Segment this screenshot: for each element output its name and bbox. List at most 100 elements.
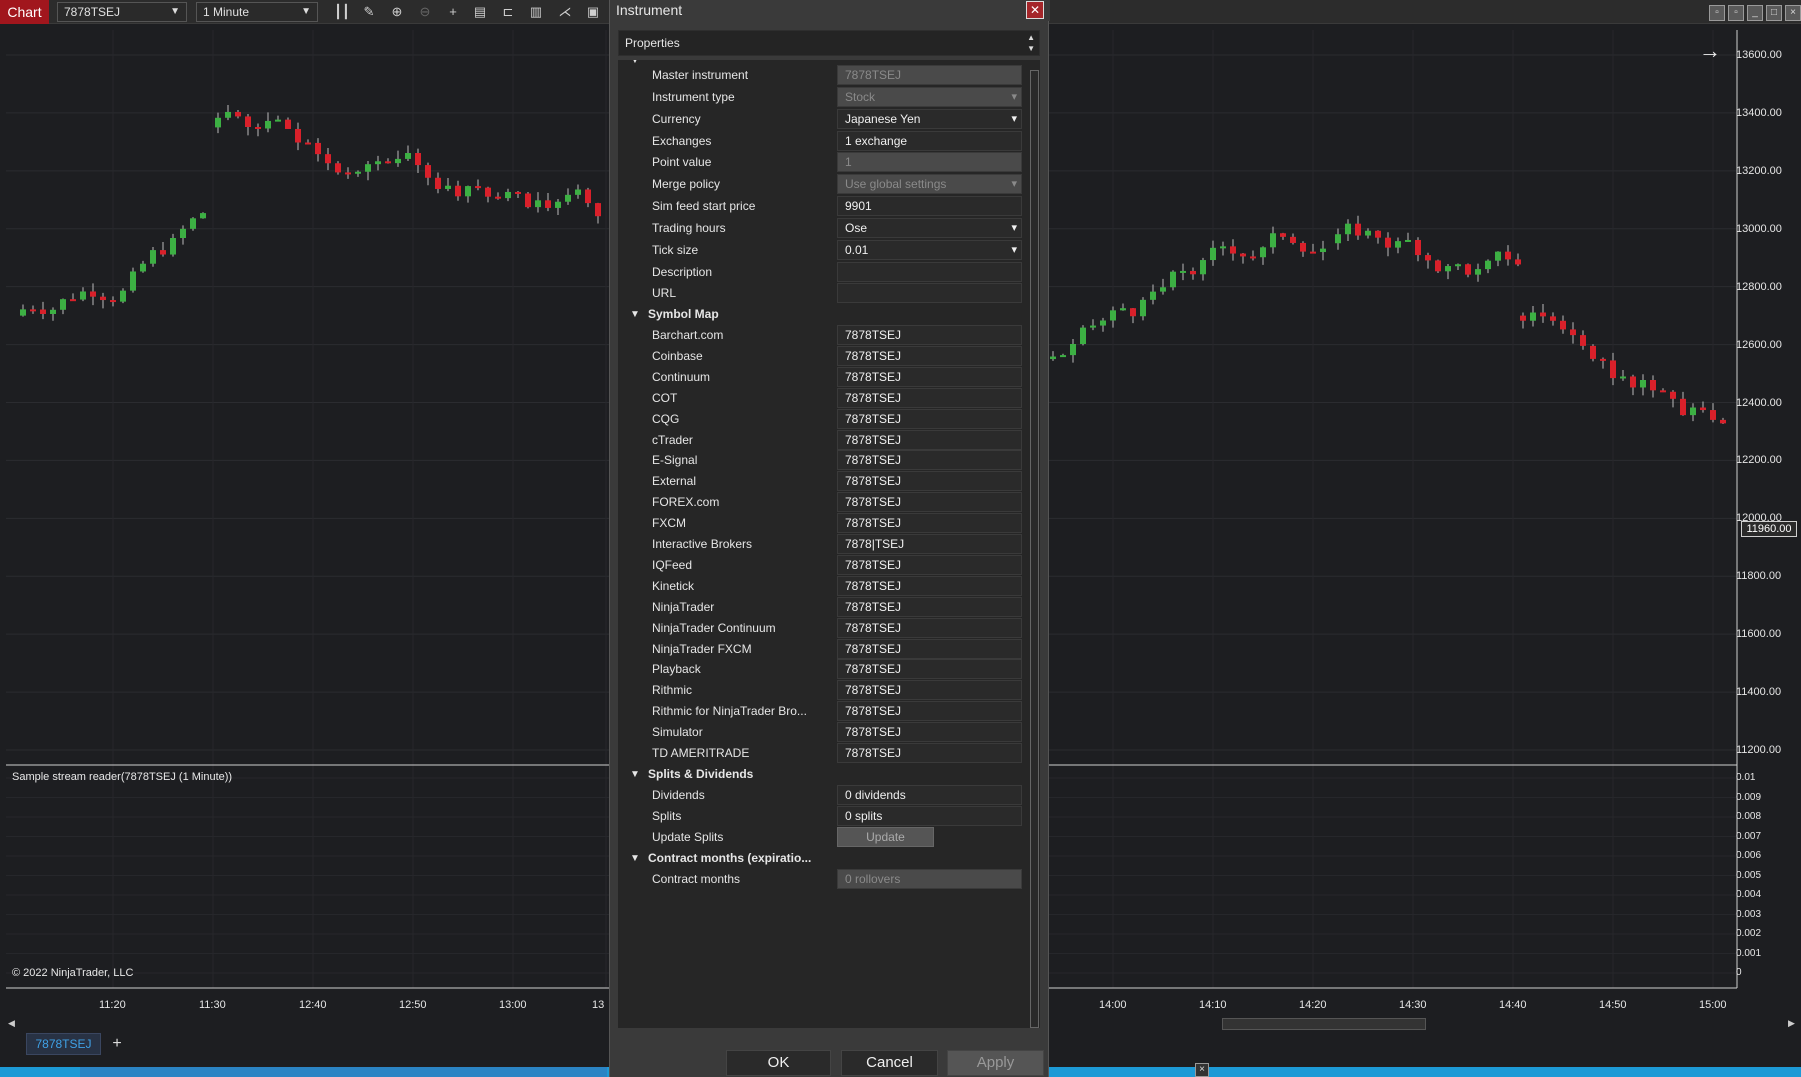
candle-body: [525, 193, 531, 208]
property-value-field[interactable]: 7878TSEJ: [837, 387, 1022, 408]
minimize-icon[interactable]: _: [1747, 5, 1763, 21]
property-value-field[interactable]: 1: [837, 152, 1022, 172]
property-value-field[interactable]: 7878TSEJ: [837, 408, 1022, 429]
instrument-selector[interactable]: 7878TSEJ ▼: [57, 2, 187, 22]
candle-body: [1515, 259, 1521, 265]
property-value-field[interactable]: 7878TSEJ: [837, 450, 1022, 471]
snap-icon[interactable]: ▫: [1728, 5, 1744, 21]
property-value-field[interactable]: 7878TSEJ: [837, 638, 1022, 659]
spinner-arrows-icon[interactable]: ▲ ▼: [1027, 32, 1035, 54]
candle-body: [160, 250, 166, 255]
property-value-field[interactable]: 7878TSEJ: [837, 659, 1022, 680]
scroll-left-icon[interactable]: ◀: [8, 1018, 15, 1029]
candle-body: [445, 185, 451, 189]
property-label: Sim feed start price: [652, 199, 756, 213]
candle-body: [245, 116, 251, 127]
property-value-field[interactable]: 7878TSEJ: [837, 575, 1022, 596]
property-value-text: 0 splits: [845, 809, 883, 823]
chart-menu-button[interactable]: Chart: [0, 0, 49, 24]
close-icon[interactable]: ×: [1785, 5, 1801, 21]
apply-button[interactable]: Apply: [947, 1050, 1044, 1076]
price-axis-label: 12600.00: [1736, 338, 1782, 351]
property-value-text: 7878TSEJ: [845, 746, 902, 760]
data-box-icon[interactable]: ▤: [471, 3, 489, 21]
property-value-text: 7878TSEJ: [845, 369, 902, 384]
chart-trader-icon[interactable]: ⊏: [499, 3, 517, 21]
property-value-field[interactable]: 7878TSEJ: [837, 366, 1022, 387]
property-value-field[interactable]: 7878TSEJ: [837, 513, 1022, 534]
drawing-tool-icon[interactable]: ✎: [360, 3, 378, 21]
candle-body: [1335, 234, 1341, 244]
property-dropdown[interactable]: 0.01 ▾: [837, 240, 1022, 260]
tile-icon[interactable]: ▫: [1709, 5, 1725, 21]
update-splits-button[interactable]: Update: [837, 827, 934, 847]
zoom-out-icon[interactable]: ⊖: [416, 3, 434, 21]
property-value-text: 7878|TSEJ: [845, 537, 905, 551]
property-value-field[interactable]: 7878TSEJ: [837, 596, 1022, 617]
candle-body: [1300, 242, 1306, 252]
property-value-field[interactable]: 7878|TSEJ: [837, 534, 1022, 554]
property-dropdown[interactable]: Stock ▾: [837, 87, 1022, 107]
properties-icon[interactable]: ▣: [584, 3, 602, 21]
tab-instrument[interactable]: 7878TSEJ: [26, 1033, 101, 1055]
vertical-scrollbar[interactable]: [1030, 70, 1039, 1028]
property-dropdown[interactable]: Ose ▾: [837, 218, 1022, 238]
close-icon[interactable]: ×: [1195, 1063, 1209, 1077]
maximize-icon[interactable]: □: [1766, 5, 1782, 21]
dialog-close-button[interactable]: ✕: [1026, 1, 1044, 19]
property-value-text: 7878TSEJ: [845, 516, 902, 531]
indicators-icon[interactable]: ▥: [527, 3, 545, 21]
property-value-field[interactable]: 7878TSEJ: [837, 554, 1022, 575]
strategies-icon[interactable]: ⋌: [556, 3, 574, 21]
property-value-field[interactable]: [837, 262, 1022, 282]
property-label: CQG: [652, 411, 680, 426]
property-value-field[interactable]: 0 rollovers: [837, 869, 1022, 889]
property-value-text: 1: [845, 155, 852, 169]
indicator-axis-label: 0: [1736, 967, 1742, 978]
property-value-field[interactable]: 0 dividends: [837, 785, 1022, 805]
property-value-field[interactable]: 7878TSEJ: [837, 429, 1022, 450]
candle-body: [385, 161, 391, 164]
property-value-field[interactable]: [837, 283, 1022, 303]
candle-body: [315, 142, 321, 155]
property-value-field[interactable]: 7878TSEJ: [837, 680, 1022, 701]
candle-body: [1270, 233, 1276, 248]
add-tab-button[interactable]: +: [108, 1033, 126, 1055]
candle-body: [515, 191, 521, 194]
ok-button[interactable]: OK: [726, 1050, 831, 1076]
scroll-to-end-icon[interactable]: →: [1699, 38, 1721, 64]
property-label: E-Signal: [652, 453, 698, 468]
property-value-field[interactable]: 7878TSEJ: [837, 701, 1022, 722]
property-value-text: 7878TSEJ: [845, 348, 902, 363]
property-value-field[interactable]: 1 exchange: [837, 131, 1022, 151]
property-value-field[interactable]: 7878TSEJ: [837, 65, 1022, 85]
property-value-field[interactable]: 7878TSEJ: [837, 345, 1022, 366]
candle-body: [1240, 253, 1246, 257]
property-value-field[interactable]: 7878TSEJ: [837, 471, 1022, 492]
indicator-label: Sample stream reader(7878TSEJ (1 Minute)…: [12, 771, 233, 783]
property-value-text: 7878TSEJ: [845, 599, 902, 614]
bar-type-icon[interactable]: ┃┃: [333, 3, 351, 21]
crosshair-icon[interactable]: +: [444, 3, 462, 21]
zoom-in-icon[interactable]: ⊕: [388, 3, 406, 21]
interval-selector[interactable]: 1 Minute ▼: [196, 2, 318, 22]
property-value-field[interactable]: 7878TSEJ: [837, 492, 1022, 513]
candle-body: [1190, 270, 1196, 275]
property-dropdown[interactable]: Japanese Yen ▾: [837, 109, 1022, 129]
horizontal-scrollbar-thumb[interactable]: [1222, 1018, 1426, 1030]
scroll-right-icon[interactable]: ▶: [1788, 1018, 1795, 1029]
candle-body: [225, 111, 231, 118]
cancel-button[interactable]: Cancel: [841, 1050, 938, 1076]
property-dropdown[interactable]: Use global settings ▾: [837, 174, 1022, 194]
property-value-field[interactable]: 7878TSEJ: [837, 617, 1022, 638]
property-value-field[interactable]: 7878TSEJ: [837, 325, 1022, 345]
property-value-field[interactable]: 0 splits: [837, 806, 1022, 826]
property-value-field[interactable]: 7878TSEJ: [837, 722, 1022, 743]
candle-body: [1445, 266, 1451, 272]
candle-body: [1455, 264, 1461, 267]
candle-body: [415, 153, 421, 166]
property-label: Instrument type: [652, 90, 735, 104]
property-value-field[interactable]: 9901: [837, 196, 1022, 216]
properties-header: Properties ▲ ▼: [618, 30, 1040, 56]
property-value-field[interactable]: 7878TSEJ: [837, 743, 1022, 763]
